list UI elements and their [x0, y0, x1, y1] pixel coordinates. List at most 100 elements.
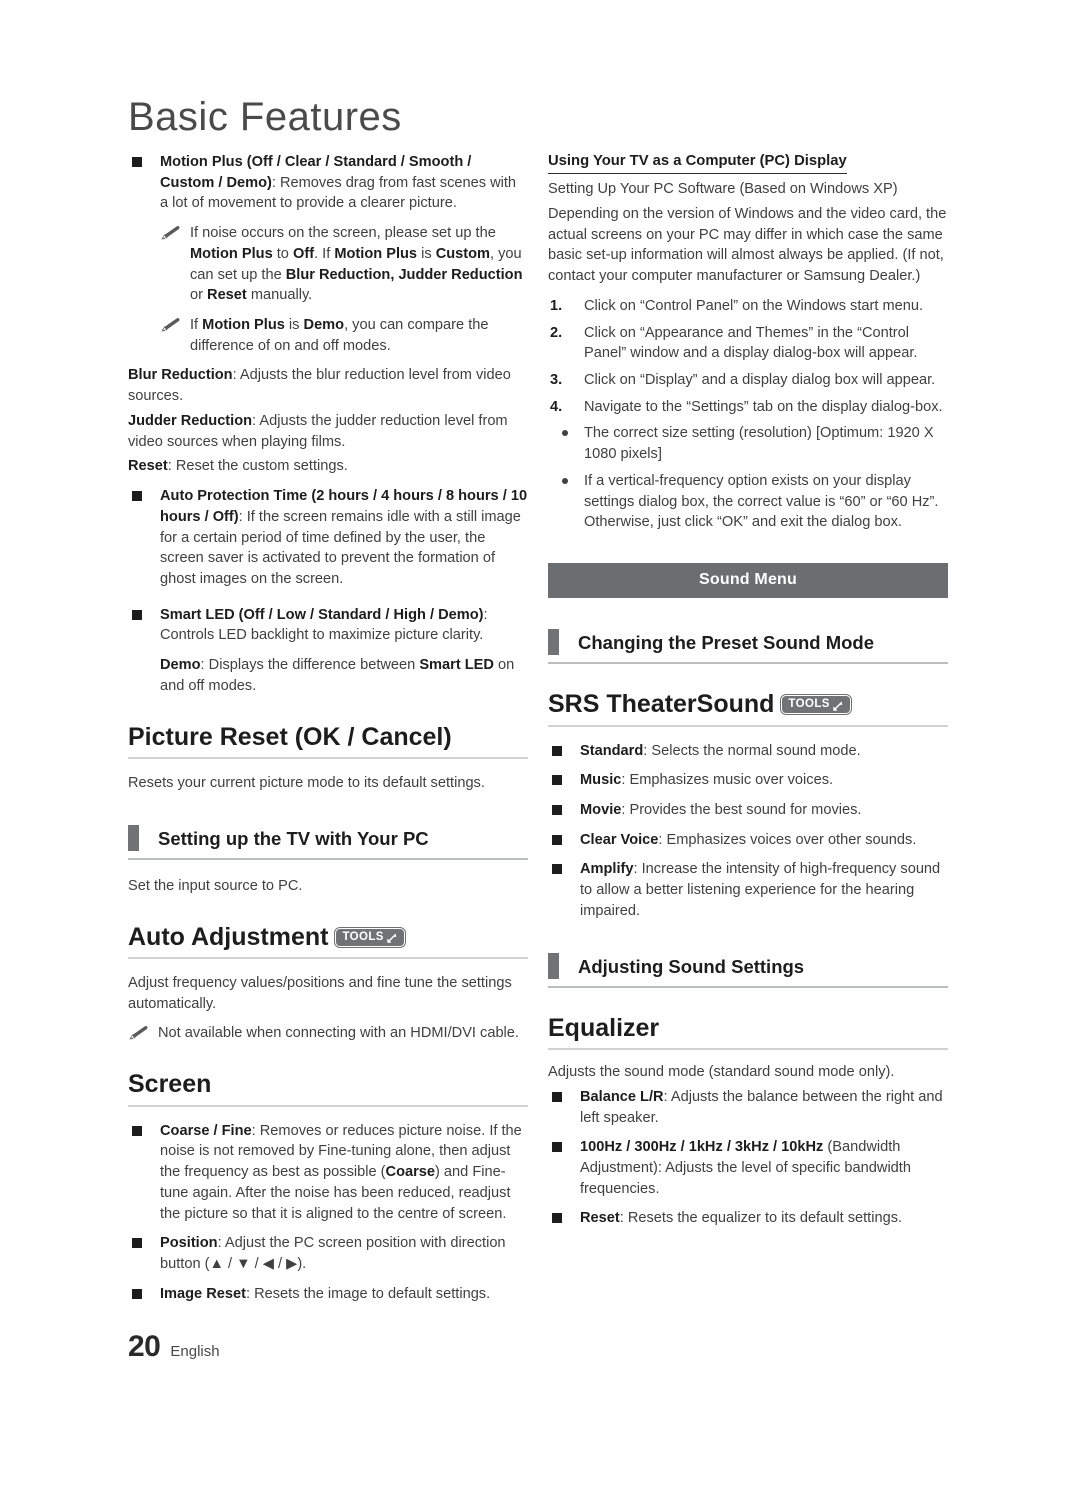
auto-adjustment-body: Adjust frequency values/positions and fi… — [128, 975, 512, 1012]
tools-arrow-icon — [387, 932, 398, 943]
pencil-icon — [160, 317, 182, 333]
round-bullet-icon — [562, 430, 568, 437]
bullet-item: The correct size setting (resolution) [O… — [548, 423, 948, 464]
smart-led-demo-desc: Demo: Displays the difference between Sm… — [160, 657, 515, 694]
step-number: 1. — [550, 297, 563, 314]
judder-reduction-label: Judder Reduction — [128, 412, 253, 429]
pc-display-line-1: Setting Up Your PC Software (Based on Wi… — [548, 181, 898, 198]
tools-arrow-icon — [833, 700, 844, 711]
square-bullet-icon — [132, 1288, 142, 1299]
bullet-text: The correct size setting (resolution) [O… — [584, 425, 934, 463]
step-number: 3. — [550, 371, 563, 388]
picture-reset-body: Resets your current picture mode to its … — [128, 775, 485, 792]
note-text: If noise occurs on the screen, please se… — [190, 225, 523, 304]
left-column: Motion Plus (Off / Clear / Standard / Sm… — [128, 152, 528, 1313]
reset-custom-desc: Reset: Reset the custom settings. — [128, 458, 348, 475]
section-bar-icon — [548, 952, 559, 979]
square-bullet-icon — [552, 864, 562, 875]
tools-badge-label: TOOLS — [788, 698, 830, 711]
square-bullet-icon — [552, 745, 562, 756]
heading-text: SRS TheaterSound — [548, 690, 775, 719]
list-item-equalizer-reset: Reset: Resets the equalizer to its defau… — [548, 1208, 948, 1229]
note-auto-adjustment: Not available when connecting with an HD… — [128, 1023, 528, 1044]
square-bullet-icon — [132, 157, 142, 167]
note-text: If Motion Plus is Demo, you can compare … — [190, 317, 489, 354]
square-bullet-icon — [552, 775, 562, 786]
section-bar-icon — [128, 824, 139, 851]
section-bar-icon — [548, 629, 559, 656]
sound-menu-banner: Sound Menu — [548, 563, 948, 599]
heading-picture-reset: Picture Reset (OK / Cancel) — [128, 723, 528, 760]
document-page: Basic Features Motion Plus (Off / Clear … — [0, 0, 1080, 1494]
step-number: 2. — [550, 324, 563, 341]
pencil-icon — [128, 1025, 150, 1041]
list-item-coarse-fine: Coarse / Fine: Removes or reduces pictur… — [128, 1121, 528, 1225]
heading-adjusting-sound-settings: Adjusting Sound Settings — [548, 952, 948, 988]
heading-text: Auto Adjustment — [128, 922, 329, 951]
page-number: 20 — [128, 1330, 161, 1363]
heading-screen: Screen — [128, 1070, 528, 1107]
step-text: Click on “Display” and a display dialog … — [584, 371, 936, 388]
note-text: Not available when connecting with an HD… — [158, 1025, 519, 1042]
list-item-balance-lr: Balance L/R: Adjusts the balance between… — [548, 1087, 948, 1128]
setting-up-tv-body: Set the input source to PC. — [128, 877, 303, 894]
heading-equalizer: Equalizer — [548, 1014, 948, 1051]
heading-srs-theatersound: SRS TheaterSound TOOLS — [548, 690, 948, 727]
list-item-sound-amplify: Amplify: Increase the intensity of high-… — [548, 859, 948, 921]
numbered-step: 4. Navigate to the “Settings” tab on the… — [548, 397, 948, 418]
blur-reduction-desc: Blur Reduction: Adjusts the blur reducti… — [128, 367, 511, 405]
step-number: 4. — [550, 398, 563, 415]
list-item-smart-led: Smart LED (Off / Low / Standard / High /… — [128, 605, 528, 646]
round-bullet-icon — [562, 477, 568, 484]
tools-badge-label: TOOLS — [342, 930, 384, 943]
square-bullet-icon — [552, 805, 562, 815]
list-item-sound-standard: Standard: Selects the normal sound mode. — [548, 741, 948, 762]
square-bullet-icon — [132, 1125, 142, 1136]
square-bullet-icon — [552, 1213, 562, 1224]
smart-led-label: Smart LED (Off / Low / Standard / High /… — [160, 606, 484, 623]
tools-badge[interactable]: TOOLS — [780, 694, 852, 716]
list-item-sound-music: Music: Emphasizes music over voices. — [548, 770, 948, 791]
pencil-icon — [160, 225, 182, 241]
note-motion-plus-demo: If Motion Plus is Demo, you can compare … — [128, 315, 528, 356]
heading-text: Adjusting Sound Settings — [578, 955, 805, 977]
step-text: Navigate to the “Settings” tab on the di… — [584, 398, 943, 415]
heading-text: Changing the Preset Sound Mode — [578, 632, 875, 654]
square-bullet-icon — [132, 491, 142, 502]
bullet-item: If a vertical-frequency option exists on… — [548, 471, 948, 533]
list-item-image-reset: Image Reset: Resets the image to default… — [128, 1284, 528, 1305]
heading-setting-up-tv-with-pc: Setting up the TV with Your PC — [128, 824, 528, 860]
heading-changing-preset-sound-mode: Changing the Preset Sound Mode — [548, 628, 948, 665]
pc-display-line-2: Depending on the version of Windows and … — [548, 205, 947, 285]
list-item-motion-plus: Motion Plus (Off / Clear / Standard / Sm… — [128, 152, 528, 214]
square-bullet-icon — [552, 1091, 562, 1102]
step-text: Click on “Appearance and Themes” in the … — [584, 324, 918, 362]
page-footer: 20 English — [128, 1330, 220, 1364]
square-bullet-icon — [132, 609, 142, 620]
square-bullet-icon — [552, 1142, 562, 1153]
heading-text: Setting up the TV with Your PC — [158, 827, 429, 849]
right-column: Using Your TV as a Computer (PC) Display… — [548, 152, 948, 1238]
square-bullet-icon — [552, 834, 562, 845]
tools-badge[interactable]: TOOLS — [334, 926, 406, 948]
numbered-step: 2. Click on “Appearance and Themes” in t… — [548, 323, 948, 364]
equalizer-body: Adjusts the sound mode (standard sound m… — [548, 1064, 895, 1081]
bullet-text: If a vertical-frequency option exists on… — [584, 472, 939, 531]
list-item-auto-protection-time: Auto Protection Time (2 hours / 4 hours … — [128, 486, 528, 590]
note-motion-plus-noise: If noise occurs on the screen, please se… — [128, 223, 528, 306]
square-bullet-icon — [132, 1238, 142, 1249]
smart-led-demo-label: Demo — [160, 657, 201, 674]
blur-reduction-label: Blur Reduction — [128, 367, 233, 384]
numbered-step: 1. Click on “Control Panel” on the Windo… — [548, 296, 948, 317]
page-language: English — [170, 1343, 220, 1360]
list-item-bandwidth-adjustment: 100Hz / 300Hz / 1kHz / 3kHz / 10kHz (Ban… — [548, 1137, 948, 1199]
numbered-step: 3. Click on “Display” and a display dial… — [548, 370, 948, 391]
list-item-position: Position: Adjust the PC screen position … — [128, 1233, 528, 1274]
subtitle-pc-display: Using Your TV as a Computer (PC) Display — [548, 152, 847, 175]
list-item-sound-clear-voice: Clear Voice: Emphasizes voices over othe… — [548, 830, 948, 851]
step-text: Click on “Control Panel” on the Windows … — [584, 297, 924, 314]
page-title: Basic Features — [128, 95, 402, 139]
judder-reduction-desc: Judder Reduction: Adjusts the judder red… — [128, 412, 508, 450]
reset-custom-label: Reset — [128, 458, 168, 475]
list-item-sound-movie: Movie: Provides the best sound for movie… — [548, 800, 948, 821]
